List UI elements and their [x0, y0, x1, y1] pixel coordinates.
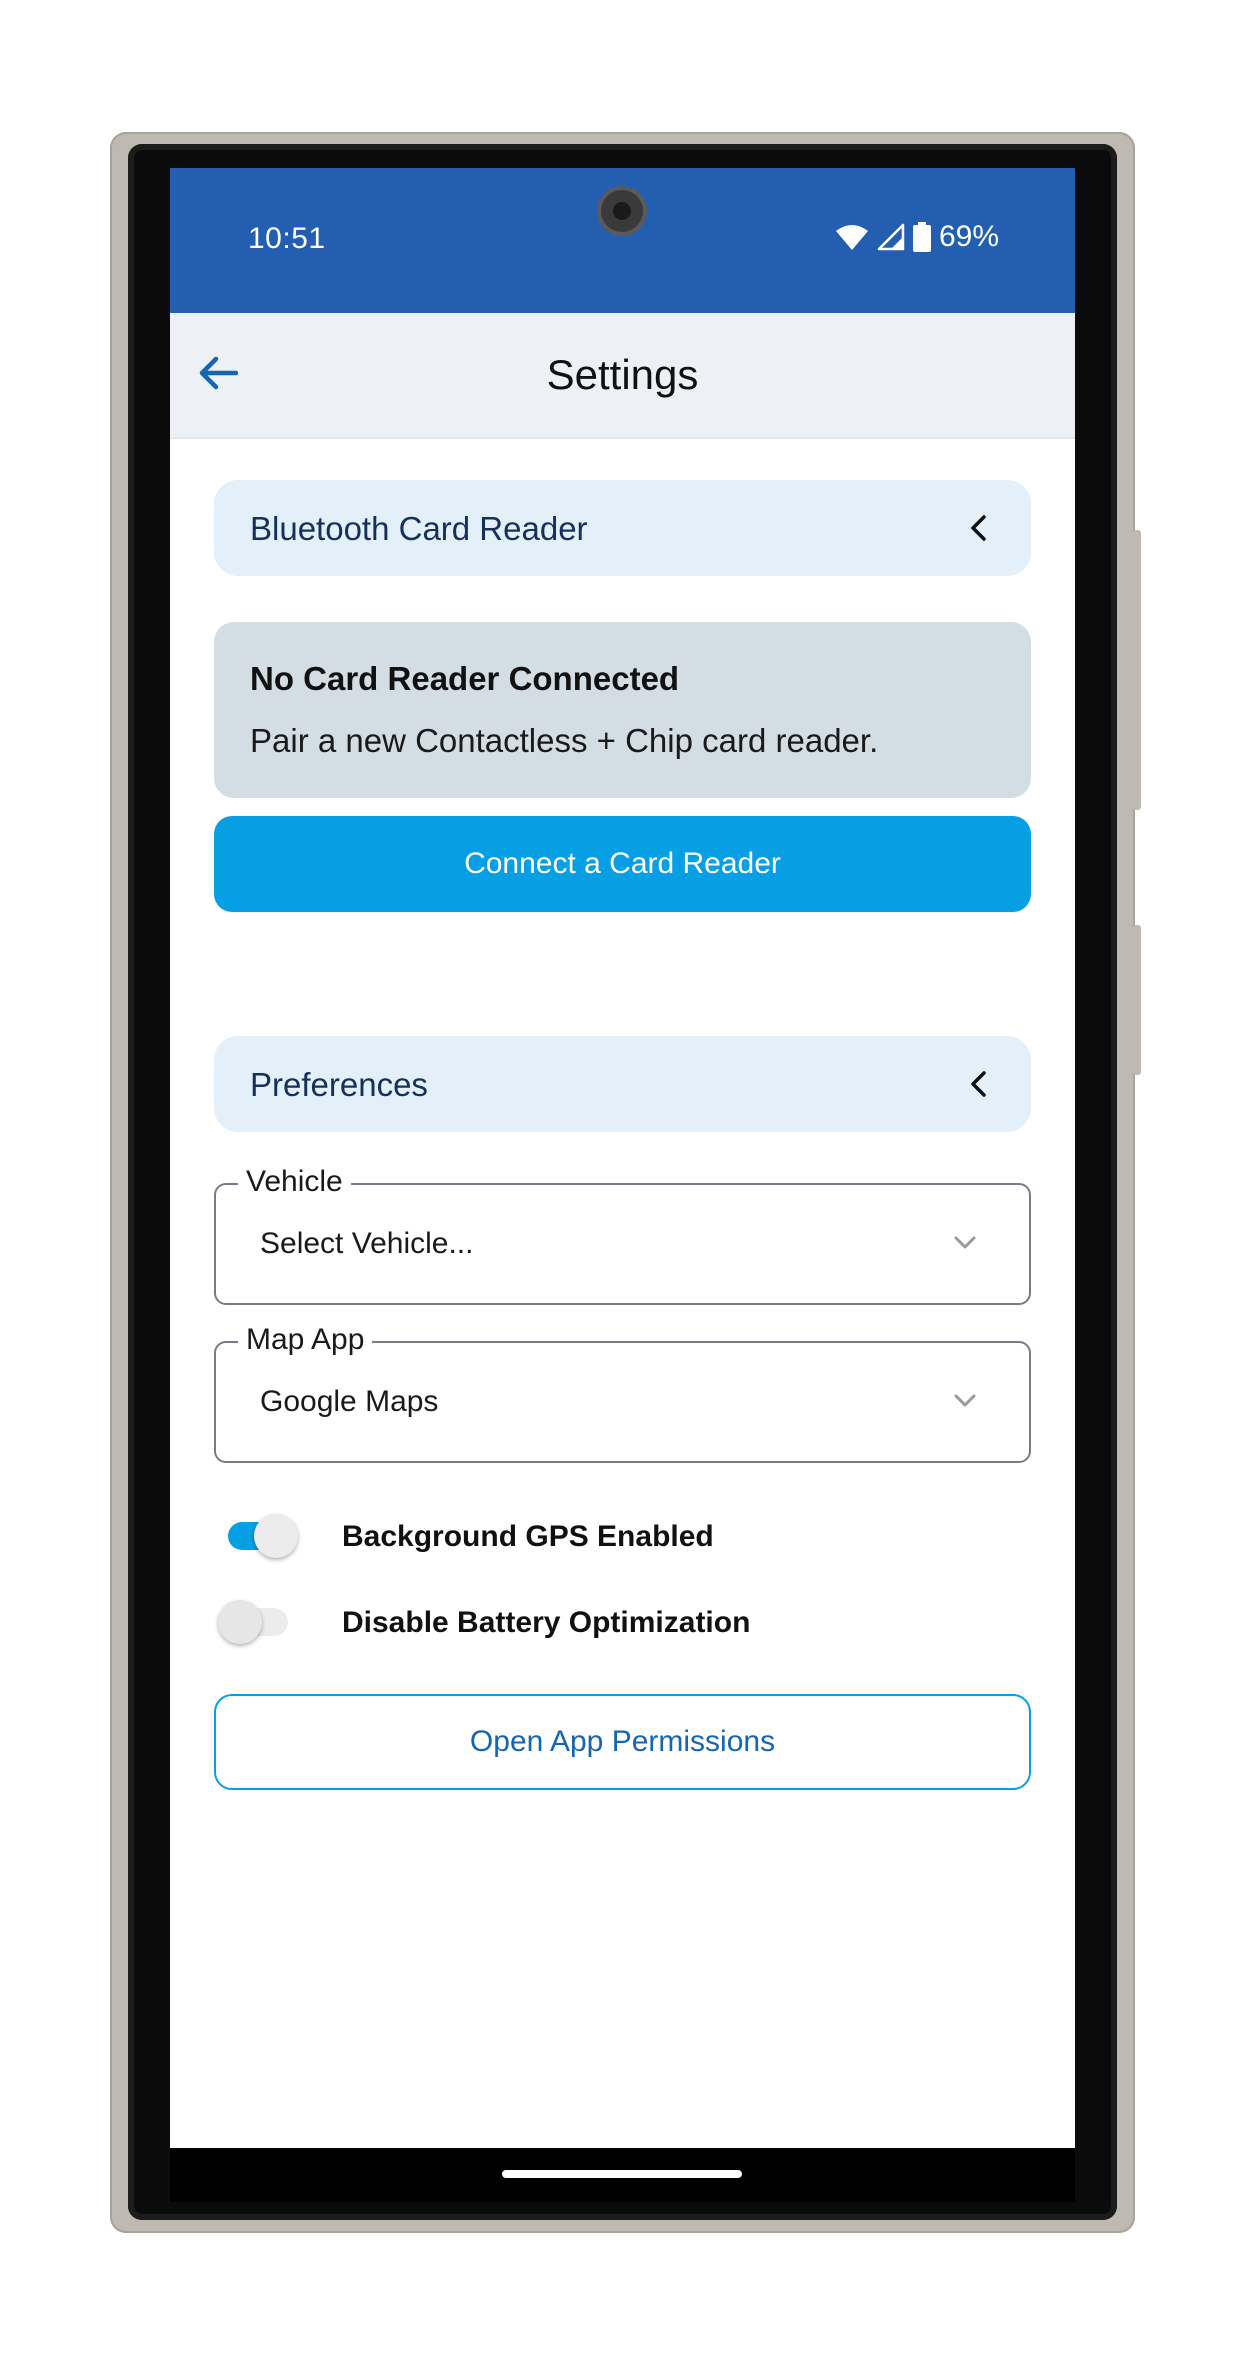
front-camera: [601, 190, 643, 232]
section-header-preferences[interactable]: Preferences: [214, 1036, 1031, 1132]
home-indicator[interactable]: [502, 2170, 742, 2178]
vehicle-select-value: Select Vehicle...: [260, 1227, 474, 1260]
open-app-permissions-button[interactable]: Open App Permissions: [214, 1694, 1031, 1790]
status-icons: 69%: [835, 220, 999, 254]
toggle-row-background-gps: Background GPS Enabled: [222, 1506, 1022, 1566]
reader-status-subtitle: Pair a new Contactless + Chip card reade…: [250, 722, 879, 759]
section-header-bluetooth[interactable]: Bluetooth Card Reader: [214, 480, 1031, 576]
connect-card-reader-button[interactable]: Connect a Card Reader: [214, 816, 1031, 912]
section-header-label: Bluetooth Card Reader: [250, 510, 588, 547]
vehicle-select-label: Vehicle: [238, 1165, 351, 1199]
battery-optimization-toggle[interactable]: [218, 1600, 294, 1644]
app-bar: Settings: [170, 313, 1075, 439]
toggle-thumb: [254, 1514, 298, 1558]
map-app-select-label: Map App: [238, 1323, 373, 1357]
background-gps-toggle[interactable]: [222, 1514, 298, 1558]
battery-optimization-label[interactable]: Disable Battery Optimization: [342, 1606, 750, 1640]
toggle-row-battery-optimization: Disable Battery Optimization: [218, 1592, 1022, 1652]
battery-percent: 69%: [938, 220, 999, 253]
reader-status-title: No Card Reader Connected: [250, 660, 680, 697]
system-nav-bar: [170, 2148, 1075, 2202]
page-title: Settings: [546, 351, 699, 398]
screen: 10:51 69% Settings Bluetooth Card Reader…: [170, 168, 1075, 2148]
chevron-left-icon: [969, 1070, 989, 1103]
map-app-select-value: Google Maps: [260, 1385, 439, 1418]
device-side-button: [1133, 925, 1141, 1075]
background-gps-label[interactable]: Background GPS Enabled: [342, 1520, 714, 1554]
chevron-left-icon: [969, 514, 989, 547]
cell-signal-icon: [877, 223, 905, 251]
battery-icon: [912, 222, 931, 252]
wifi-icon: [835, 223, 869, 251]
device-side-button: [1133, 530, 1141, 810]
chevron-down-icon: [953, 1235, 977, 1256]
card-reader-status: No Card Reader Connected Pair a new Cont…: [214, 622, 1031, 798]
status-bar: 10:51 69%: [170, 168, 1075, 313]
map-app-select[interactable]: Map App Google Maps: [214, 1323, 1031, 1463]
status-time: 10:51: [248, 222, 326, 255]
toggle-thumb: [218, 1600, 262, 1644]
section-header-label: Preferences: [250, 1066, 428, 1103]
chevron-down-icon: [953, 1393, 977, 1414]
vehicle-select[interactable]: Vehicle Select Vehicle...: [214, 1165, 1031, 1305]
